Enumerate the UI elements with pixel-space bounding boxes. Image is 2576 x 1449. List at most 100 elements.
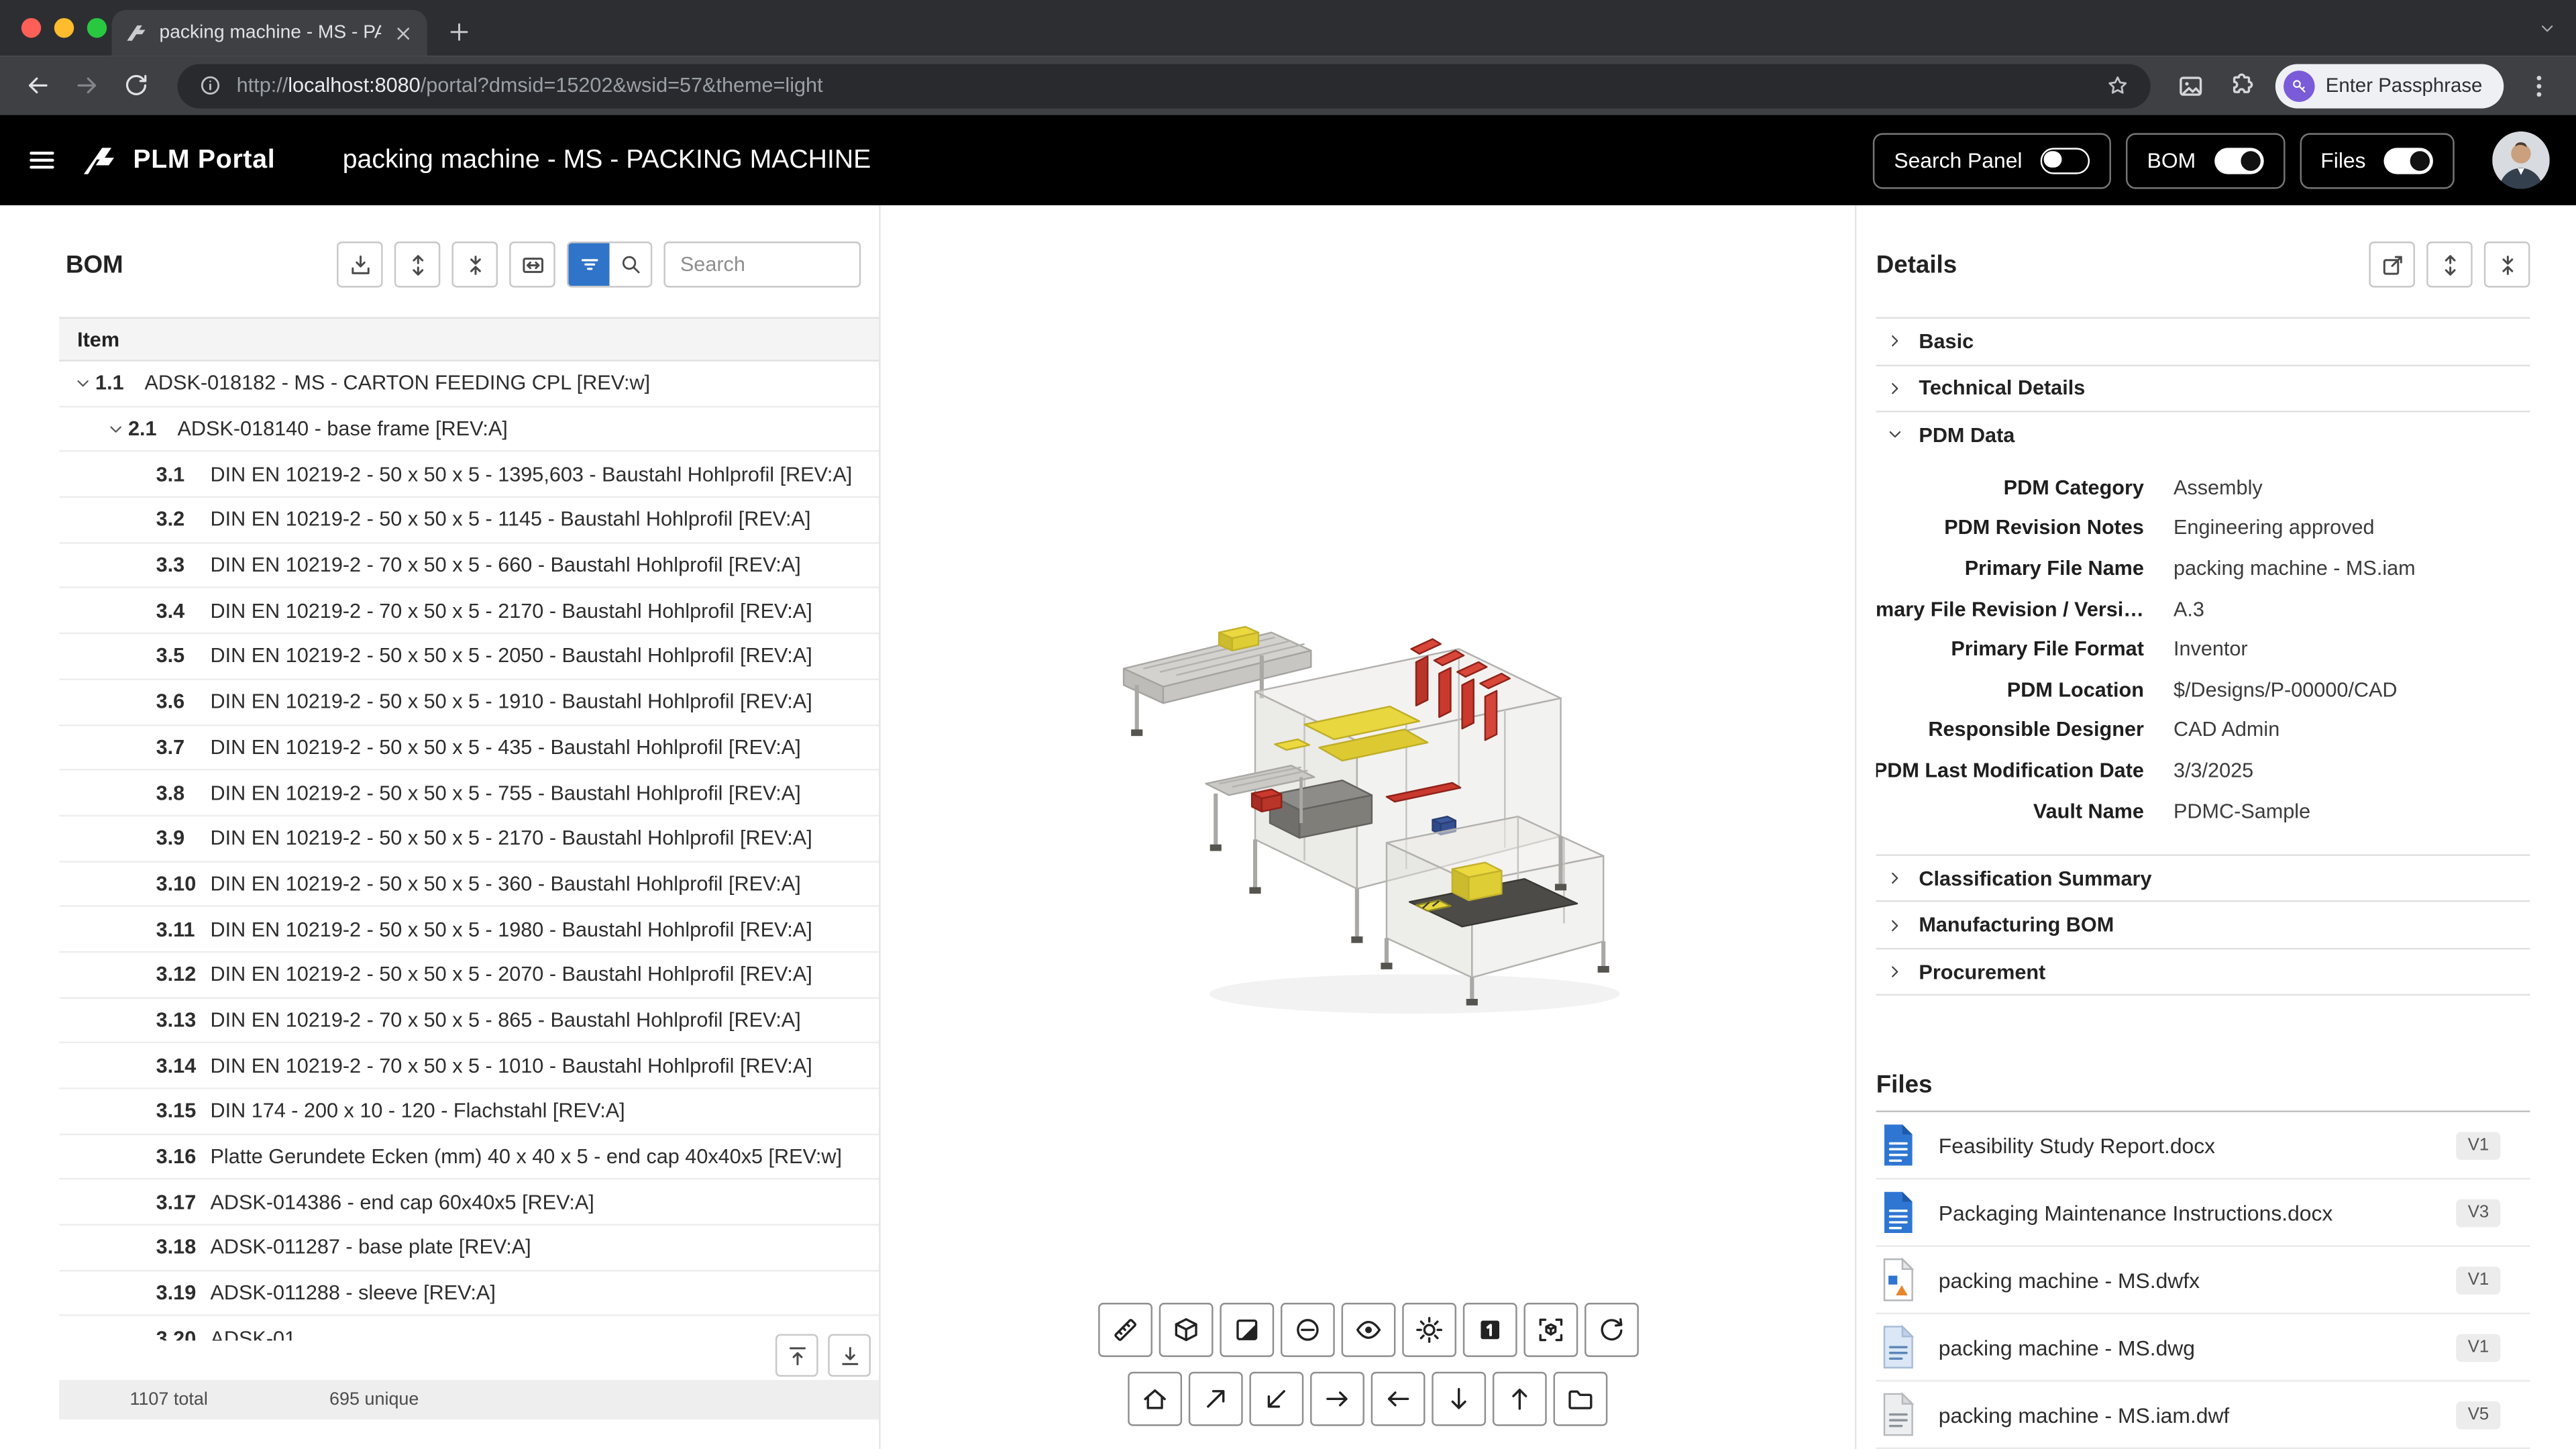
bom-row[interactable]: 3.2DIN EN 10219-2 - 50 x 50 x 5 - 1145 -… xyxy=(59,498,879,543)
bookmark-star-icon[interactable] xyxy=(2106,74,2129,97)
bom-search-input[interactable] xyxy=(663,241,861,288)
bom-row[interactable]: 3.14DIN EN 10219-2 - 70 x 50 x 5 - 1010 … xyxy=(59,1044,879,1089)
arrow-down-left-button[interactable] xyxy=(1249,1372,1303,1426)
file-dwfx-icon xyxy=(1880,1257,1917,1303)
file-row[interactable]: packing machine - MS.iam.dwfV5 xyxy=(1876,1382,2530,1449)
bom-row[interactable]: 3.4DIN EN 10219-2 - 70 x 50 x 5 - 2170 -… xyxy=(59,589,879,635)
section-pdm-data[interactable]: PDM Data xyxy=(1876,411,2530,458)
new-tab-icon[interactable] xyxy=(447,19,472,44)
viewer-3d[interactable] xyxy=(881,205,1855,1449)
tab-search-chevron-icon[interactable] xyxy=(2538,19,2557,38)
bom-row-description: DIN EN 10219-2 - 50 x 50 x 5 - 1980 - Ba… xyxy=(210,918,812,941)
focus-button[interactable] xyxy=(1523,1303,1577,1357)
bom-row[interactable]: 3.18ADSK-011287 - base plate [REV:A] xyxy=(59,1226,879,1271)
file-row[interactable]: Feasibility Study Report.docxV1 xyxy=(1876,1113,2530,1180)
section-technical-details[interactable]: Technical Details xyxy=(1876,364,2530,411)
bom-row[interactable]: 3.8DIN EN 10219-2 - 50 x 50 x 5 - 755 - … xyxy=(59,771,879,816)
bom-row[interactable]: 3.6DIN EN 10219-2 - 50 x 50 x 5 - 1910 -… xyxy=(59,680,879,725)
arrow-up-right-button[interactable] xyxy=(1189,1372,1243,1426)
machine-model[interactable] xyxy=(1110,547,1652,1040)
section-basic[interactable]: Basic xyxy=(1876,317,2530,364)
bom-row[interactable]: 3.3DIN EN 10219-2 - 70 x 50 x 5 - 660 - … xyxy=(59,543,879,589)
arrow-left-button[interactable] xyxy=(1371,1372,1426,1426)
bom-row[interactable]: 3.16Platte Gerundete Ecken (mm) 40 x 40 … xyxy=(59,1134,879,1180)
orbit-button[interactable] xyxy=(1584,1303,1638,1357)
collapse-all-button[interactable] xyxy=(2484,241,2530,288)
files-switch[interactable] xyxy=(2383,147,2432,173)
panel-toggle-search-panel[interactable]: Search Panel xyxy=(1872,132,2110,188)
file-docx-icon xyxy=(1880,1190,1917,1236)
panel-toggle-files[interactable]: Files xyxy=(2299,132,2454,188)
bom-row[interactable]: 3.5DIN EN 10219-2 - 50 x 50 x 5 - 2050 -… xyxy=(59,635,879,680)
reload-button[interactable] xyxy=(115,64,158,107)
bom-row[interactable]: 3.20ADSK-01… xyxy=(59,1317,879,1341)
section-button[interactable] xyxy=(1280,1303,1334,1357)
section-classification-summary[interactable]: Classification Summary xyxy=(1876,854,2530,901)
arrow-right-button[interactable] xyxy=(1310,1372,1364,1426)
file-row[interactable]: packing machine - MS.dwgV1 xyxy=(1876,1315,2530,1382)
bom-row[interactable]: 3.11DIN EN 10219-2 - 50 x 50 x 5 - 1980 … xyxy=(59,907,879,953)
file-row[interactable]: Packaging Maintenance Instructions.docxV… xyxy=(1876,1180,2530,1247)
explode-button[interactable] xyxy=(1159,1303,1213,1357)
bom-row[interactable]: 3.1DIN EN 10219-2 - 50 x 50 x 5 - 1395,6… xyxy=(59,452,879,498)
folder-button[interactable] xyxy=(1554,1372,1608,1426)
avatar[interactable] xyxy=(2492,131,2550,189)
first-person-button[interactable] xyxy=(1462,1303,1517,1357)
forward-button[interactable] xyxy=(66,64,109,107)
filter-toggle-button[interactable] xyxy=(568,243,609,286)
bom-switch[interactable] xyxy=(2214,147,2263,173)
media-icon[interactable] xyxy=(2176,72,2204,100)
fullscreen-window-button[interactable] xyxy=(87,18,107,38)
search-panel-switch[interactable] xyxy=(2040,147,2089,173)
bom-row-number: 3.3 xyxy=(156,554,211,577)
bom-column-header-item[interactable]: Item xyxy=(59,317,879,362)
scroll-to-top-button[interactable] xyxy=(775,1334,818,1377)
bom-row[interactable]: 3.13DIN EN 10219-2 - 70 x 50 x 5 - 865 -… xyxy=(59,998,879,1044)
open-external-button[interactable] xyxy=(2369,241,2415,288)
render-button[interactable] xyxy=(1219,1303,1273,1357)
arrow-up-button[interactable] xyxy=(1493,1372,1547,1426)
arrow-down-icon xyxy=(1445,1385,1473,1413)
visibility-button[interactable] xyxy=(1340,1303,1395,1357)
section-procurement[interactable]: Procurement xyxy=(1876,948,2530,995)
tab-close-icon[interactable] xyxy=(392,22,414,44)
bom-row[interactable]: 3.12DIN EN 10219-2 - 50 x 50 x 5 - 2070 … xyxy=(59,953,879,998)
bom-row[interactable]: 3.9DIN EN 10219-2 - 50 x 50 x 5 - 2170 -… xyxy=(59,816,879,862)
expand-all-button[interactable] xyxy=(394,241,441,288)
bom-panel-title: BOM xyxy=(66,250,123,278)
close-window-button[interactable] xyxy=(21,18,41,38)
panel-toggle-bom[interactable]: BOM xyxy=(2126,132,2285,188)
expand-all-button[interactable] xyxy=(2426,241,2473,288)
fit-width-button[interactable] xyxy=(509,241,555,288)
chevron-down-icon[interactable] xyxy=(102,416,128,442)
bom-row[interactable]: 1.1ADSK-018182 - MS - CARTON FEEDING CPL… xyxy=(59,362,879,407)
bom-row[interactable]: 3.7DIN EN 10219-2 - 50 x 50 x 5 - 435 - … xyxy=(59,725,879,771)
collapse-all-button[interactable] xyxy=(451,241,498,288)
shading-button[interactable] xyxy=(1401,1303,1456,1357)
file-row[interactable]: packing machine - MS.dwfxV1 xyxy=(1876,1248,2530,1315)
scroll-to-bottom-button[interactable] xyxy=(828,1334,871,1377)
bom-row[interactable]: 3.10DIN EN 10219-2 - 50 x 50 x 5 - 360 -… xyxy=(59,862,879,908)
bom-row[interactable]: 3.19ADSK-011288 - sleeve [REV:A] xyxy=(59,1271,879,1317)
bom-row[interactable]: 3.17ADSK-014386 - end cap 60x40x5 [REV:A… xyxy=(59,1180,879,1226)
chevron-down-icon[interactable] xyxy=(69,370,95,396)
export-button[interactable] xyxy=(337,241,383,288)
minimize-window-button[interactable] xyxy=(54,18,74,38)
section-manufacturing-bom[interactable]: Manufacturing BOM xyxy=(1876,901,2530,948)
browser-menu-icon[interactable] xyxy=(2525,72,2553,100)
site-info-icon[interactable] xyxy=(199,74,221,97)
bom-row[interactable]: 3.15DIN 174 - 200 x 10 - 120 - Flachstah… xyxy=(59,1089,879,1135)
enter-passphrase-button[interactable]: Enter Passphrase xyxy=(2275,63,2504,107)
address-bar[interactable]: http://localhost:8080/portal?dmsid=15202… xyxy=(177,63,2149,107)
home-button[interactable] xyxy=(1128,1372,1182,1426)
extensions-icon[interactable] xyxy=(2225,72,2253,100)
browser-tab[interactable]: packing machine - MS - PACKING MACHINE xyxy=(112,10,427,56)
bom-row-number: 3.20 xyxy=(156,1327,211,1340)
search-toggle-button[interactable] xyxy=(610,243,651,286)
hamburger-menu-icon[interactable] xyxy=(26,145,58,176)
back-button[interactable] xyxy=(16,64,59,107)
arrow-down-button[interactable] xyxy=(1432,1372,1486,1426)
measure-button[interactable] xyxy=(1097,1303,1152,1357)
field-value: $/Designs/P-00000/CAD xyxy=(2174,669,2530,710)
bom-row[interactable]: 2.1ADSK-018140 - base frame [REV:A] xyxy=(59,407,879,453)
